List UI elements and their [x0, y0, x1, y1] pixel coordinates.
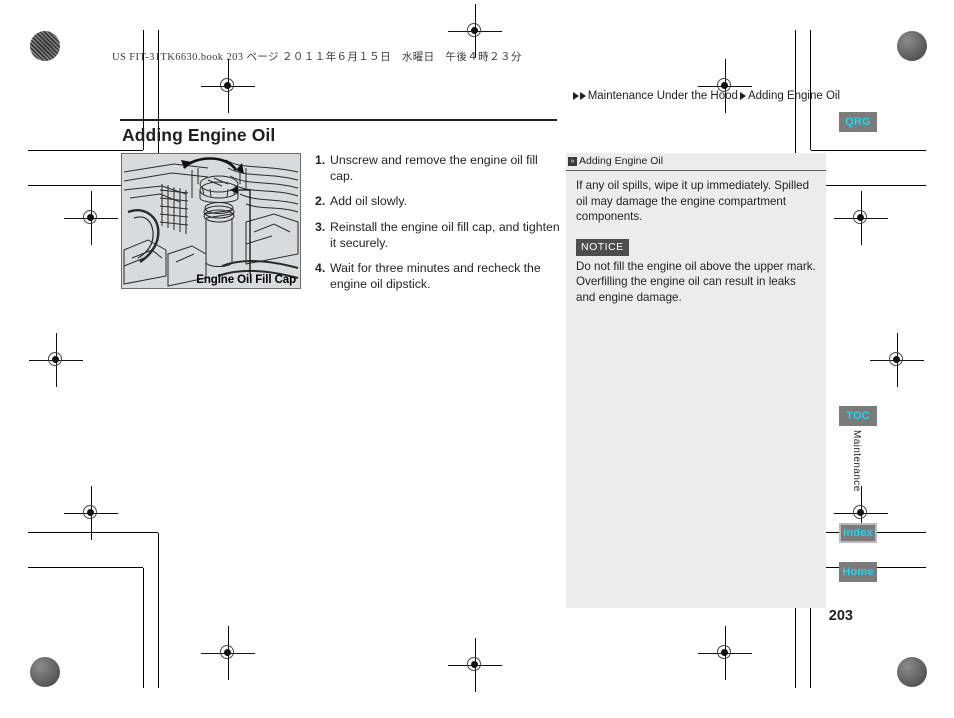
breadcrumb-item-current[interactable]: Adding Engine Oil [748, 90, 840, 102]
list-item: 4. Wait for three minutes and recheck th… [315, 260, 560, 292]
engine-oil-fill-cap-illustration: Engine Oil Fill Cap [121, 153, 301, 289]
triangle-right-icon [579, 92, 586, 100]
density-control-patch [897, 657, 927, 687]
notice-block: NOTICE Do not fill the engine oil above … [576, 238, 816, 306]
step-text: Wait for three minutes and recheck the e… [330, 261, 541, 292]
registration-mark [64, 486, 118, 540]
density-control-patch [897, 31, 927, 61]
instruction-steps: 1. Unscrew and remove the engine oil fil… [315, 152, 560, 302]
breadcrumb-item-parent[interactable]: Maintenance Under the Hood [588, 90, 738, 102]
registration-mark [201, 59, 255, 113]
registration-mark [64, 191, 118, 245]
registration-mark [448, 638, 502, 692]
registration-mark [698, 626, 752, 680]
title-divider [120, 119, 557, 121]
registration-mark [201, 626, 255, 680]
step-text: Reinstall the engine oil fill cap, and t… [330, 219, 560, 250]
registration-mark [870, 333, 924, 387]
side-note-panel: » Adding Engine Oil If any oil spills, w… [566, 153, 826, 608]
density-control-patch [30, 657, 60, 687]
step-number: 1. [315, 153, 326, 167]
tab-qrg[interactable]: QRG [839, 112, 877, 132]
side-note-paragraph: If any oil spills, wipe it up immediatel… [576, 179, 810, 224]
step-number: 4. [315, 261, 326, 276]
registration-mark [29, 333, 83, 387]
side-note-title: Adding Engine Oil [579, 155, 664, 167]
notice-text: Do not fill the engine oil above the upp… [576, 259, 816, 304]
section-tab-label: Maintenance [851, 430, 862, 492]
registration-mark [834, 191, 888, 245]
step-text: Add oil slowly. [330, 194, 407, 209]
tab-toc[interactable]: TOC [839, 406, 877, 426]
list-item: 3. Reinstall the engine oil fill cap, an… [315, 219, 560, 251]
double-chevron-right-icon: » [568, 156, 577, 166]
triangle-right-icon [572, 92, 579, 100]
side-note-body: If any oil spills, wipe it up immediatel… [566, 171, 826, 305]
list-item: 1. Unscrew and remove the engine oil fil… [315, 152, 560, 184]
step-number: 3. [315, 219, 326, 234]
step-number: 2. [315, 194, 326, 209]
tab-index[interactable]: Index [839, 523, 877, 543]
list-item: 2. Add oil slowly. [315, 193, 560, 209]
side-note-header: » Adding Engine Oil [566, 153, 826, 171]
status-badge: NOTICE [576, 238, 629, 256]
tab-home[interactable]: Home [839, 562, 877, 582]
breadcrumb: Maintenance Under the Hood Adding Engine… [572, 90, 842, 102]
book-info-line: US FIT-31TK6630.book 203 ページ ２０１１年６月１５日 … [112, 52, 522, 63]
triangle-right-icon [739, 92, 746, 100]
halftone-control-patch [30, 31, 60, 61]
step-text: Unscrew and remove the engine oil fill c… [330, 153, 538, 184]
registration-mark [448, 4, 502, 58]
figure-caption: Engine Oil Fill Cap [196, 274, 296, 286]
page-number: 203 [828, 608, 853, 624]
manual-page: US FIT-31TK6630.book 203 ページ ２０１１年６月１５日 … [0, 0, 954, 718]
page-title: Adding Engine Oil [122, 125, 276, 145]
